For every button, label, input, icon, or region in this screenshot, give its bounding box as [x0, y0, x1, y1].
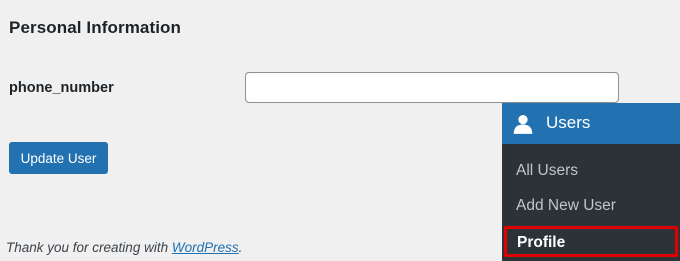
menu-item-add-new-user[interactable]: Add New User — [516, 197, 616, 215]
wordpress-link[interactable]: WordPress — [172, 240, 239, 255]
section-heading: Personal Information — [9, 18, 182, 37]
footer-credit: Thank you for creating with WordPress. — [6, 240, 242, 255]
menu-item-all-users[interactable]: All Users — [516, 162, 578, 180]
phone-number-label: phone_number — [9, 80, 114, 96]
users-flyout-menu: Users All Users Add New User Profile — [502, 103, 680, 261]
users-menu-title: Users — [546, 113, 591, 132]
footer-text: Thank you for creating with — [6, 240, 172, 255]
menu-item-profile[interactable]: Profile — [504, 226, 678, 257]
footer-suffix: . — [238, 240, 243, 255]
user-icon — [513, 114, 533, 134]
update-user-button[interactable]: Update User — [9, 142, 108, 174]
phone-number-input[interactable] — [245, 72, 619, 103]
menu-item-profile-label: Profile — [517, 234, 566, 251]
users-menu-header[interactable]: Users — [502, 103, 680, 144]
